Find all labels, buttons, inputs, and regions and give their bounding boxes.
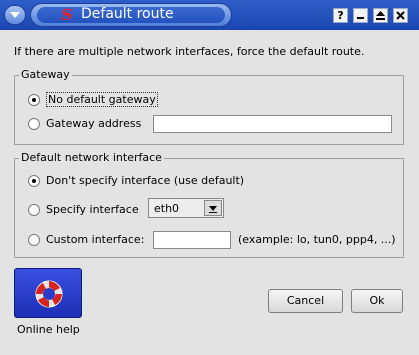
radio-indicator[interactable] xyxy=(28,203,40,216)
minimize-button[interactable] xyxy=(353,8,368,23)
gateway-group: Gateway xyxy=(14,68,404,145)
title-bar[interactable]: S Default route ? xyxy=(0,0,419,30)
custom-interface-hint: (example: lo, tun0, ppp4, ...) xyxy=(238,233,396,246)
radio-indicator[interactable] xyxy=(28,233,40,246)
maximize-button[interactable] xyxy=(373,8,388,23)
ok-button[interactable]: Ok xyxy=(351,289,403,313)
gateway-address-input[interactable] xyxy=(153,115,392,133)
radio-indicator[interactable] xyxy=(28,174,40,187)
window-menu-button[interactable] xyxy=(4,5,26,25)
dont-specify-interface-radio[interactable]: Don't specify interface (use default) xyxy=(28,174,244,187)
maximize-icon xyxy=(376,11,385,20)
close-button[interactable] xyxy=(393,8,408,23)
radio-indicator[interactable] xyxy=(28,93,40,106)
no-default-gateway-radio[interactable]: No default gateway xyxy=(28,92,158,107)
cancel-button[interactable]: Cancel xyxy=(268,289,343,313)
online-help-label: Online help xyxy=(17,323,80,336)
intro-text: If there are multiple network interfaces… xyxy=(14,45,365,58)
dont-specify-interface-label: Don't specify interface (use default) xyxy=(46,174,245,187)
minimize-icon xyxy=(357,17,364,19)
specify-interface-radio[interactable]: Specify interface xyxy=(28,203,139,216)
close-icon xyxy=(396,11,405,20)
no-default-gateway-label: No default gateway xyxy=(46,92,158,107)
custom-interface-label: Custom interface: xyxy=(46,233,145,246)
gateway-legend: Gateway xyxy=(19,68,72,81)
custom-interface-hint-text: (example: lo, tun0, ppp4, ...) xyxy=(238,233,396,246)
app-logo-icon: S xyxy=(61,5,73,24)
specify-interface-label: Specify interface xyxy=(46,203,139,216)
custom-interface-radio[interactable]: Custom interface: xyxy=(28,233,144,246)
chevron-down-icon xyxy=(10,12,20,18)
help-title-button[interactable]: ? xyxy=(333,8,348,23)
interface-legend: Default network interface xyxy=(19,151,164,164)
gateway-address-radio[interactable]: Gateway address xyxy=(28,117,141,130)
interface-select-value: eth0 xyxy=(154,201,180,215)
gateway-address-label: Gateway address xyxy=(46,117,142,130)
window-title: Default route xyxy=(81,6,174,22)
radio-indicator[interactable] xyxy=(28,117,40,130)
dropdown-arrow-icon[interactable] xyxy=(204,200,222,216)
custom-interface-input[interactable] xyxy=(153,231,231,249)
lifebuoy-icon xyxy=(35,280,63,308)
online-help-button[interactable] xyxy=(14,268,82,318)
interface-select[interactable]: eth0 xyxy=(148,198,224,218)
